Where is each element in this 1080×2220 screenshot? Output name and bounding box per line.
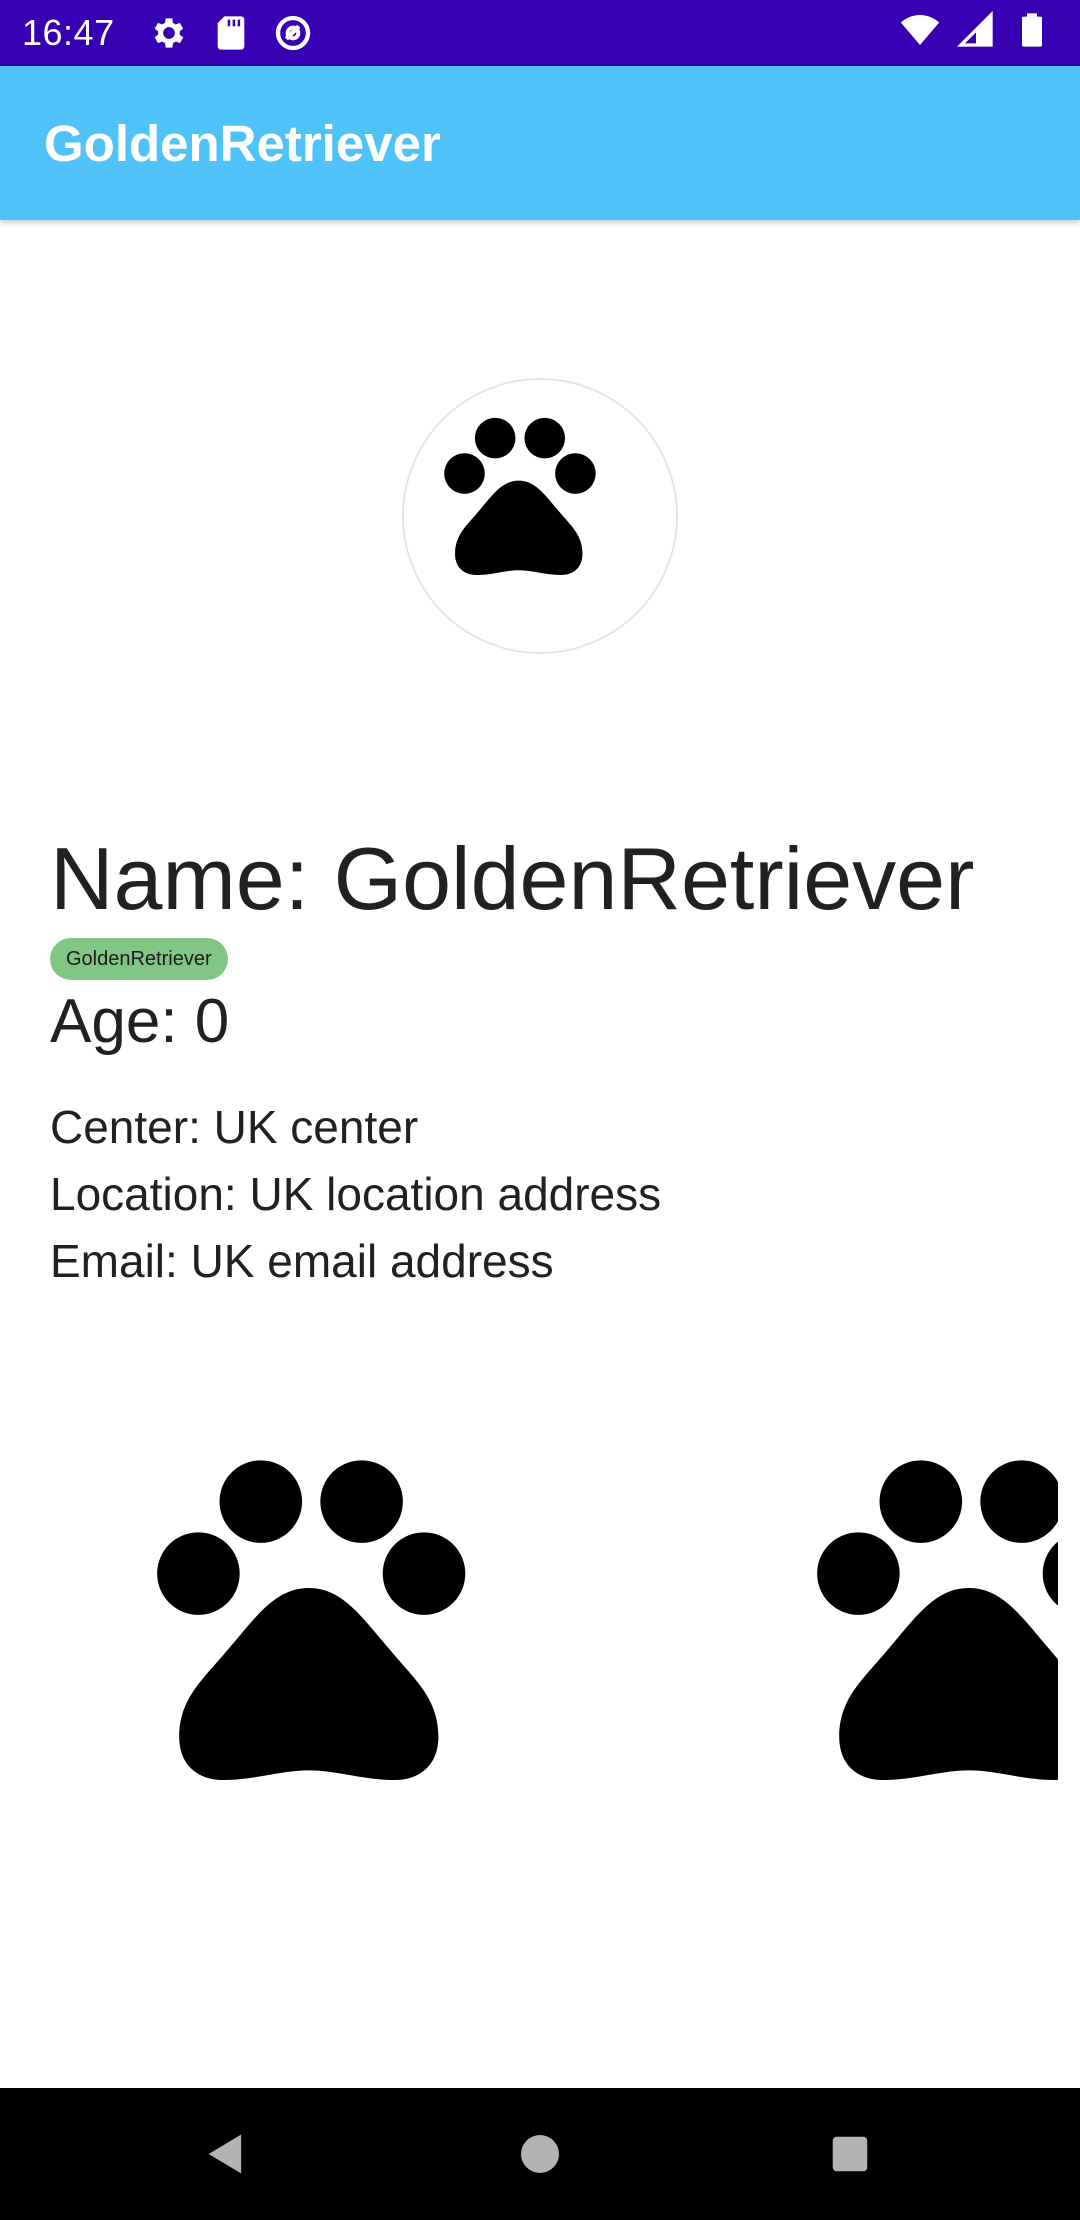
pet-name: Name: GoldenRetriever — [50, 829, 975, 928]
home-icon[interactable] — [510, 2124, 570, 2184]
app-title: GoldenRetriever — [44, 114, 441, 172]
recents-icon[interactable] — [820, 2124, 880, 2184]
status-time: 16:47 — [22, 12, 115, 53]
battery-icon — [1012, 10, 1052, 50]
image-gallery[interactable] — [0, 1420, 1058, 1900]
wifi-icon — [900, 10, 940, 50]
gear-icon — [149, 13, 189, 53]
status-right-group — [894, 10, 1062, 50]
status-bar: 16:47 — [0, 0, 1080, 66]
gallery-image[interactable] — [772, 1420, 1058, 1900]
sd-card-icon — [211, 13, 251, 53]
pet-avatar[interactable] — [402, 378, 678, 654]
app-bar: GoldenRetriever — [0, 66, 1080, 220]
center-info: Center: UK center — [50, 1101, 419, 1153]
gallery-image[interactable] — [112, 1420, 592, 1900]
sync-icon — [273, 13, 313, 53]
paw-icon — [817, 1460, 1058, 1780]
paw-icon — [444, 417, 596, 575]
system-nav-bar — [0, 2088, 1080, 2220]
pet-age: Age: 0 — [50, 987, 230, 1056]
breed-chip[interactable]: GoldenRetriever — [50, 938, 228, 980]
paw-icon — [157, 1460, 466, 1780]
email-info: Email: UK email address — [50, 1235, 554, 1287]
signal-icon — [956, 10, 996, 50]
location-info: Location: UK location address — [50, 1168, 662, 1220]
back-icon[interactable] — [196, 2124, 256, 2184]
